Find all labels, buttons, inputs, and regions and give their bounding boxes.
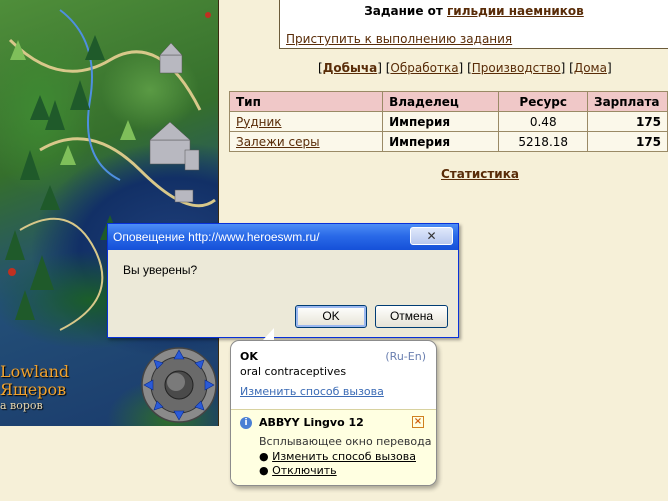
ok-button[interactable]: OK bbox=[295, 305, 367, 328]
tab-houses[interactable]: Дома bbox=[574, 61, 607, 75]
lingvo-translation: oral contraceptives bbox=[240, 365, 347, 378]
header-pay: Зарплата bbox=[587, 91, 668, 112]
owner-cell: Империя bbox=[382, 111, 500, 132]
region-title-line1: Lowland bbox=[0, 362, 70, 381]
lingvo-word: OK bbox=[240, 350, 258, 363]
guild-link[interactable]: гильдии наемников bbox=[447, 4, 584, 18]
lingvo-option-disable[interactable]: Отключить bbox=[272, 464, 337, 477]
header-owner: Владелец bbox=[382, 91, 500, 112]
region-title-line2: Ящеров bbox=[0, 380, 67, 399]
lingvo-option: ● Отключить bbox=[259, 464, 337, 477]
task-panel: Задание от гильдии наемников Приступить … bbox=[279, 0, 668, 49]
lingvo-language-pair: (Ru-En) bbox=[385, 350, 426, 363]
table-header-row: Тип Владелец Ресурс Зарплата bbox=[228, 91, 668, 112]
statistics-link[interactable]: Статистика bbox=[441, 167, 519, 181]
pay-cell: 175 bbox=[587, 111, 668, 132]
task-title-prefix: Задание от bbox=[364, 4, 448, 18]
resource-cell: 5218.18 bbox=[498, 131, 589, 152]
table-row: Залежи серы Империя 5218.18 175 bbox=[228, 131, 668, 152]
tab-production[interactable]: Производство bbox=[472, 61, 561, 75]
lingvo-change-invocation-link[interactable]: Изменить способ вызова bbox=[240, 385, 384, 398]
region-subtitle: а воров bbox=[0, 399, 43, 412]
lingvo-app-name: ABBYY Lingvo 12 bbox=[259, 416, 364, 429]
facilities-table: Тип Владелец Ресурс Зарплата Рудник Импе… bbox=[228, 91, 668, 152]
dialog-message: Вы уверены? bbox=[123, 263, 198, 277]
dialog-titlebar[interactable]: Оповещение http://www.heroeswm.ru/ bbox=[108, 224, 458, 250]
info-icon: i bbox=[240, 417, 252, 429]
lingvo-option: ● Изменить способ вызова bbox=[259, 450, 416, 463]
dialog-close-button[interactable]: ✕ bbox=[410, 227, 453, 245]
close-icon[interactable]: × bbox=[412, 416, 424, 428]
facility-link[interactable]: Залежи серы bbox=[236, 135, 320, 149]
lingvo-popup: OK (Ru-En) oral contraceptives Изменить … bbox=[230, 340, 437, 486]
owner-cell: Империя bbox=[382, 131, 500, 152]
lingvo-info-panel: i ABBYY Lingvo 12 × Всплывающее окно пер… bbox=[231, 409, 436, 485]
start-task-link[interactable]: Приступить к выполнению задания bbox=[286, 32, 512, 46]
resource-cell: 0.48 bbox=[498, 111, 589, 132]
table-row: Рудник Империя 0.48 175 bbox=[228, 111, 668, 132]
world-map[interactable]: Lowland Ящеров а воров bbox=[0, 0, 219, 426]
pay-cell: 175 bbox=[587, 131, 668, 152]
header-type: Тип bbox=[228, 91, 384, 112]
header-resource: Ресурс bbox=[498, 91, 589, 112]
tab-mining[interactable]: Добыча bbox=[323, 61, 378, 75]
facility-link[interactable]: Рудник bbox=[236, 115, 282, 129]
confirm-dialog: Оповещение http://www.heroeswm.ru/ ✕ Вы … bbox=[107, 223, 459, 338]
task-title: Задание от гильдии наемников bbox=[280, 4, 668, 18]
lingvo-description: Всплывающее окно перевода bbox=[259, 435, 432, 448]
category-tabs: [Добыча] [Обработка] [Производство] [Дом… bbox=[318, 61, 612, 75]
lingvo-option-change[interactable]: Изменить способ вызова bbox=[272, 450, 416, 463]
map-navigation-compass[interactable] bbox=[140, 346, 218, 424]
tab-processing[interactable]: Обработка bbox=[390, 61, 458, 75]
cancel-button[interactable]: Отмена bbox=[375, 305, 448, 328]
close-icon: ✕ bbox=[426, 229, 437, 243]
